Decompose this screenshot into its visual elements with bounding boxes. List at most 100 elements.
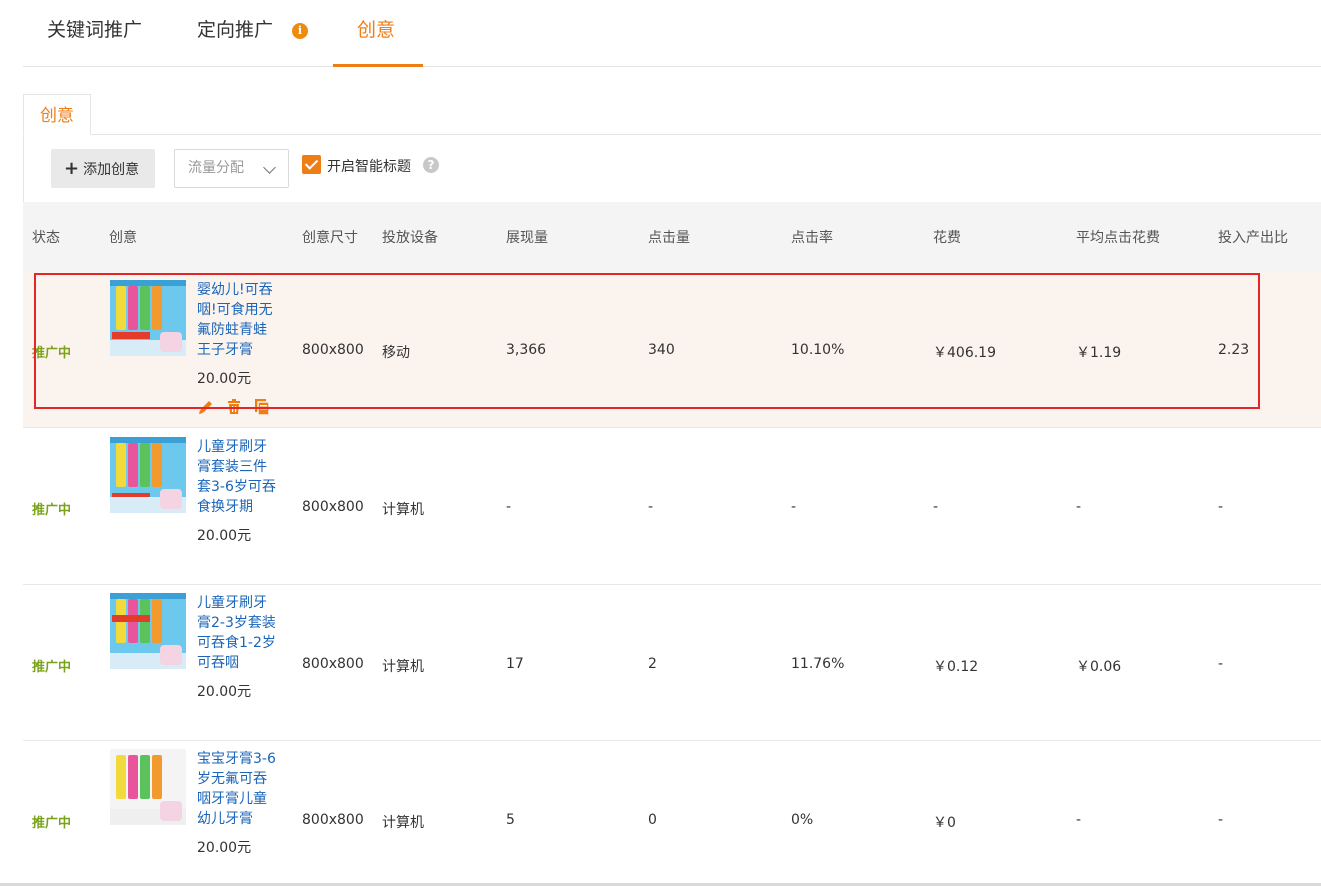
avg-cpc: ￥0.06 — [1076, 659, 1122, 675]
col-size: 创意尺寸 — [302, 230, 358, 246]
ctr: 11.76% — [791, 656, 845, 672]
info-icon[interactable]: i — [292, 23, 308, 39]
cost: ￥0 — [933, 815, 956, 831]
status-badge: 推广中 — [32, 503, 72, 518]
creative-price: 20.00元 — [197, 684, 252, 700]
title-line: 氟防蛀青蛙 — [197, 322, 267, 338]
traffic-allocation-value: 流量分配 — [188, 160, 244, 176]
title-line: 王子牙膏 — [197, 342, 253, 358]
impressions: 17 — [506, 656, 524, 672]
roi: - — [1218, 812, 1224, 828]
ctr: 0% — [791, 812, 814, 828]
subtab-creative[interactable]: 创意 — [23, 94, 91, 135]
creative-title-link[interactable]: 儿童牙刷牙 膏2-3岁套装 可吞食1-2岁 可吞咽 — [197, 593, 287, 673]
smart-title-label: 开启智能标题 — [327, 159, 411, 175]
chevron-down-icon — [263, 161, 276, 174]
col-roi: 投入产出比 — [1218, 230, 1288, 246]
creative-thumbnail[interactable] — [110, 593, 186, 669]
status-badge: 推广中 — [32, 816, 72, 831]
table-row: 推广中 儿童牙刷牙 膏2-3岁套装 可吞食1-2岁 可吞咽 20.00元 800… — [23, 585, 1321, 741]
title-line: 可吞食1-2岁 — [197, 635, 276, 651]
help-icon[interactable]: ? — [423, 157, 439, 173]
active-tab-indicator — [333, 64, 423, 67]
add-creative-label: 添加创意 — [83, 162, 140, 178]
clicks: 2 — [648, 656, 657, 672]
avg-cpc: - — [1076, 499, 1082, 515]
col-creative: 创意 — [109, 230, 137, 246]
status-badge: 推广中 — [32, 346, 72, 361]
table-row: 推广中 儿童牙刷牙 膏套装三件 套3-6岁可吞 食换牙期 20.00元 800x… — [23, 429, 1321, 585]
traffic-allocation-select[interactable]: 流量分配 — [174, 149, 289, 188]
impressions: 5 — [506, 812, 515, 828]
creative-price: 20.00元 — [197, 528, 252, 544]
title-line: 可吞咽 — [197, 655, 239, 671]
creative-size: 800x800 — [302, 656, 364, 672]
creative-size: 800x800 — [302, 499, 364, 515]
edit-icon[interactable] — [197, 398, 215, 416]
device: 移动 — [382, 345, 410, 361]
device: 计算机 — [382, 502, 424, 518]
table-row: 推广中 宝宝牙膏3-6 岁无氟可吞 咽牙膏儿童 幼儿牙膏 20.00元 800x… — [23, 741, 1321, 886]
cost: ￥0.12 — [933, 659, 979, 675]
table-row: 推广中 婴幼儿!可吞 咽!可食用无 氟防蛀青蛙 王子牙膏 20.00元 800x… — [23, 272, 1321, 428]
col-cost: 花费 — [933, 230, 961, 246]
roi: 2.23 — [1218, 342, 1250, 358]
device: 计算机 — [382, 659, 424, 675]
title-line: 儿童牙刷牙 — [197, 595, 267, 611]
avg-cpc: - — [1076, 812, 1082, 828]
copy-icon[interactable] — [253, 398, 271, 416]
tab-targeted-promotion[interactable]: 定向推广 — [197, 0, 273, 67]
cost: - — [933, 499, 939, 515]
creative-price: 20.00元 — [197, 840, 252, 856]
status-badge: 推广中 — [32, 660, 72, 675]
col-avg-cpc: 平均点击花费 — [1076, 230, 1160, 246]
title-line: 膏套装三件 — [197, 459, 267, 475]
clicks: 340 — [648, 342, 675, 358]
creative-price: 20.00元 — [197, 371, 252, 387]
top-tab-bar: 关键词推广 定向推广 i 创意 — [23, 0, 1321, 67]
title-line: 宝宝牙膏3-6 — [197, 751, 276, 767]
clicks: - — [648, 499, 654, 515]
title-line: 岁无氟可吞 — [197, 771, 267, 787]
col-device: 投放设备 — [382, 230, 438, 246]
title-line: 婴幼儿!可吞 — [197, 282, 273, 298]
creative-title-link[interactable]: 儿童牙刷牙 膏套装三件 套3-6岁可吞 食换牙期 — [197, 437, 287, 517]
cost: ￥406.19 — [933, 345, 996, 361]
roi: - — [1218, 656, 1224, 672]
title-line: 套3-6岁可吞 — [197, 479, 276, 495]
tab-keyword-promotion[interactable]: 关键词推广 — [47, 0, 142, 67]
smart-title-checkbox[interactable] — [302, 155, 321, 174]
title-line: 儿童牙刷牙 — [197, 439, 267, 455]
clicks: 0 — [648, 812, 657, 828]
avg-cpc: ￥1.19 — [1076, 345, 1122, 361]
impressions: 3,366 — [506, 342, 547, 358]
roi: - — [1218, 499, 1224, 515]
ctr: 10.10% — [791, 342, 845, 358]
table-header: 状态 创意 创意尺寸 投放设备 展现量 点击量 点击率 花费 平均点击花费 投入… — [23, 202, 1321, 272]
add-creative-button[interactable]: + 添加创意 — [51, 149, 155, 188]
subtab-divider — [23, 134, 1321, 135]
creative-panel: 创意 + 添加创意 流量分配 开启智能标题 ? — [23, 94, 1321, 202]
device: 计算机 — [382, 815, 424, 831]
creative-thumbnail[interactable] — [110, 437, 186, 513]
title-line: 幼儿牙膏 — [197, 811, 253, 827]
creative-size: 800x800 — [302, 812, 364, 828]
col-impressions: 展现量 — [506, 230, 548, 246]
title-line: 膏2-3岁套装 — [197, 615, 276, 631]
creative-title-link[interactable]: 宝宝牙膏3-6 岁无氟可吞 咽牙膏儿童 幼儿牙膏 — [197, 749, 287, 829]
col-ctr: 点击率 — [791, 230, 833, 246]
col-status: 状态 — [32, 230, 60, 246]
ctr: - — [791, 499, 797, 515]
tab-creative[interactable]: 创意 — [357, 0, 395, 67]
plus-icon: + — [64, 158, 80, 179]
creative-thumbnail[interactable] — [110, 749, 186, 825]
creative-title-link[interactable]: 婴幼儿!可吞 咽!可食用无 氟防蛀青蛙 王子牙膏 — [197, 280, 287, 360]
creative-thumbnail[interactable] — [110, 280, 186, 356]
delete-icon[interactable] — [225, 398, 243, 416]
creative-size: 800x800 — [302, 342, 364, 358]
title-line: 咽!可食用无 — [197, 302, 273, 318]
title-line: 咽牙膏儿童 — [197, 791, 267, 807]
title-line: 食换牙期 — [197, 499, 253, 515]
impressions: - — [506, 499, 512, 515]
col-clicks: 点击量 — [648, 230, 690, 246]
